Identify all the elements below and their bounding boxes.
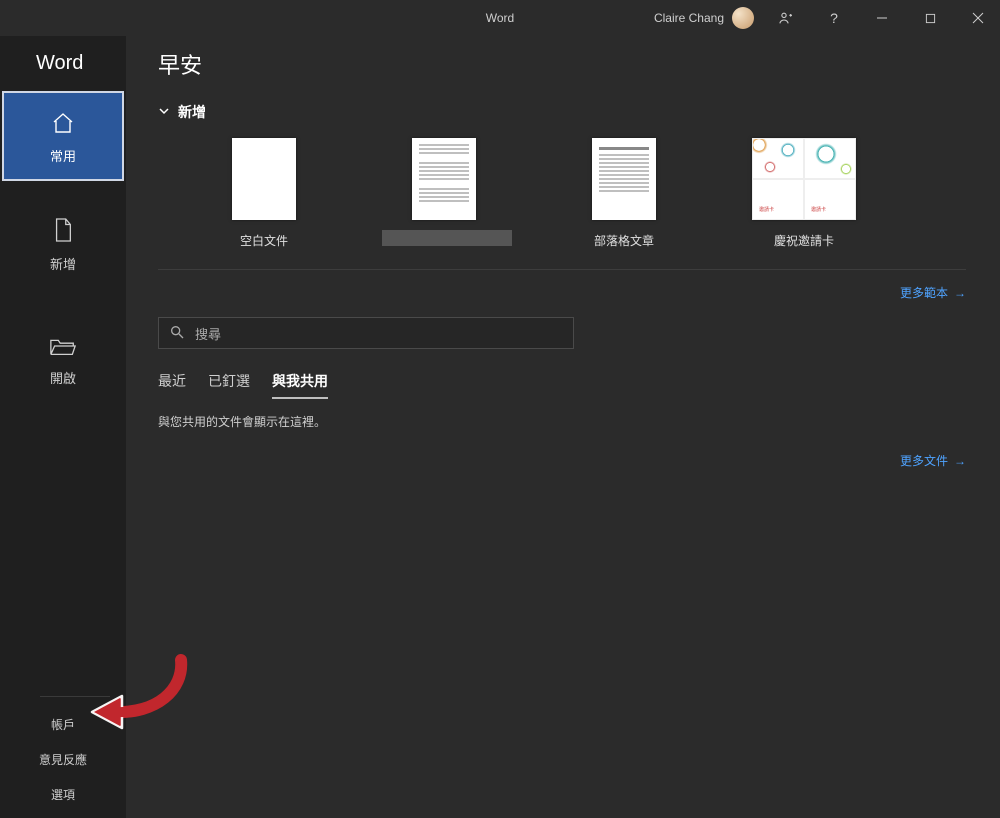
template-label: 部落格文章 — [562, 232, 686, 249]
sidebar-account[interactable]: 帳戶 — [0, 707, 126, 742]
template-label — [382, 230, 512, 246]
minimize-button[interactable] — [860, 0, 904, 36]
app-title: Word — [486, 11, 514, 25]
section-title: 新增 — [178, 102, 206, 122]
sidebar-item-label: 常用 — [50, 149, 76, 164]
sidebar-bottom: 帳戶 意見反應 選項 — [0, 696, 126, 812]
sidebar-item-home[interactable]: 常用 — [2, 91, 124, 181]
sidebar-item-new[interactable]: 新增 — [0, 199, 126, 287]
sidebar-options[interactable]: 選項 — [0, 777, 126, 812]
template-label: 慶祝邀請卡 — [742, 232, 866, 249]
greeting: 早安 — [158, 48, 966, 80]
title-bar: Word Claire Chang ? — [0, 0, 1000, 36]
sidebar-item-label: 新增 — [50, 257, 76, 272]
search-input[interactable]: 搜尋 — [158, 317, 574, 349]
search-placeholder: 搜尋 — [195, 324, 221, 343]
maximize-button[interactable] — [908, 0, 952, 36]
arrow-right-icon: → — [954, 286, 966, 300]
avatar[interactable] — [732, 7, 754, 29]
arrow-right-icon: → — [954, 454, 966, 468]
sidebar-feedback[interactable]: 意見反應 — [0, 742, 126, 777]
template-blank[interactable]: 空白文件 — [202, 138, 326, 249]
template-label: 空白文件 — [202, 232, 326, 249]
chevron-down-icon — [158, 104, 170, 120]
tabs: 最近 已釘選 與我共用 — [158, 371, 966, 399]
sidebar-item-label: 開啟 — [50, 371, 76, 386]
empty-shared-message: 與您共用的文件會顯示在這裡。 — [158, 413, 966, 430]
brand: Word — [0, 46, 126, 91]
tab-recent[interactable]: 最近 — [158, 371, 186, 399]
more-templates-link[interactable]: 更多範本 → — [158, 284, 966, 301]
main-content: 早安 新增 空白文件 部落格文章 — [126, 36, 1000, 818]
folder-open-icon — [0, 335, 126, 360]
sidebar: Word 常用 新增 開啟 帳戶 意見反應 選項 — [0, 36, 126, 818]
tab-shared[interactable]: 與我共用 — [272, 371, 328, 399]
new-section-header[interactable]: 新增 — [158, 102, 966, 122]
user-name[interactable]: Claire Chang — [654, 11, 724, 25]
titlebar-right: Claire Chang ? — [654, 0, 1000, 36]
search-icon — [169, 324, 185, 343]
new-doc-icon — [0, 217, 126, 246]
close-button[interactable] — [956, 0, 1000, 36]
template-blog[interactable]: 部落格文章 — [562, 138, 686, 249]
templates-row: 空白文件 部落格文章 邀請卡 邀請卡 慶祝邀請卡 — [158, 138, 966, 249]
sidebar-item-open[interactable]: 開啟 — [0, 317, 126, 401]
home-icon — [4, 111, 122, 138]
tab-pinned[interactable]: 已釘選 — [208, 371, 250, 399]
more-docs-link[interactable]: 更多文件 → — [158, 452, 966, 469]
help-icon[interactable]: ? — [812, 0, 856, 36]
template-invitation[interactable]: 邀請卡 邀請卡 慶祝邀請卡 — [742, 138, 866, 249]
share-icon[interactable] — [764, 0, 808, 36]
template-item[interactable] — [382, 138, 506, 249]
